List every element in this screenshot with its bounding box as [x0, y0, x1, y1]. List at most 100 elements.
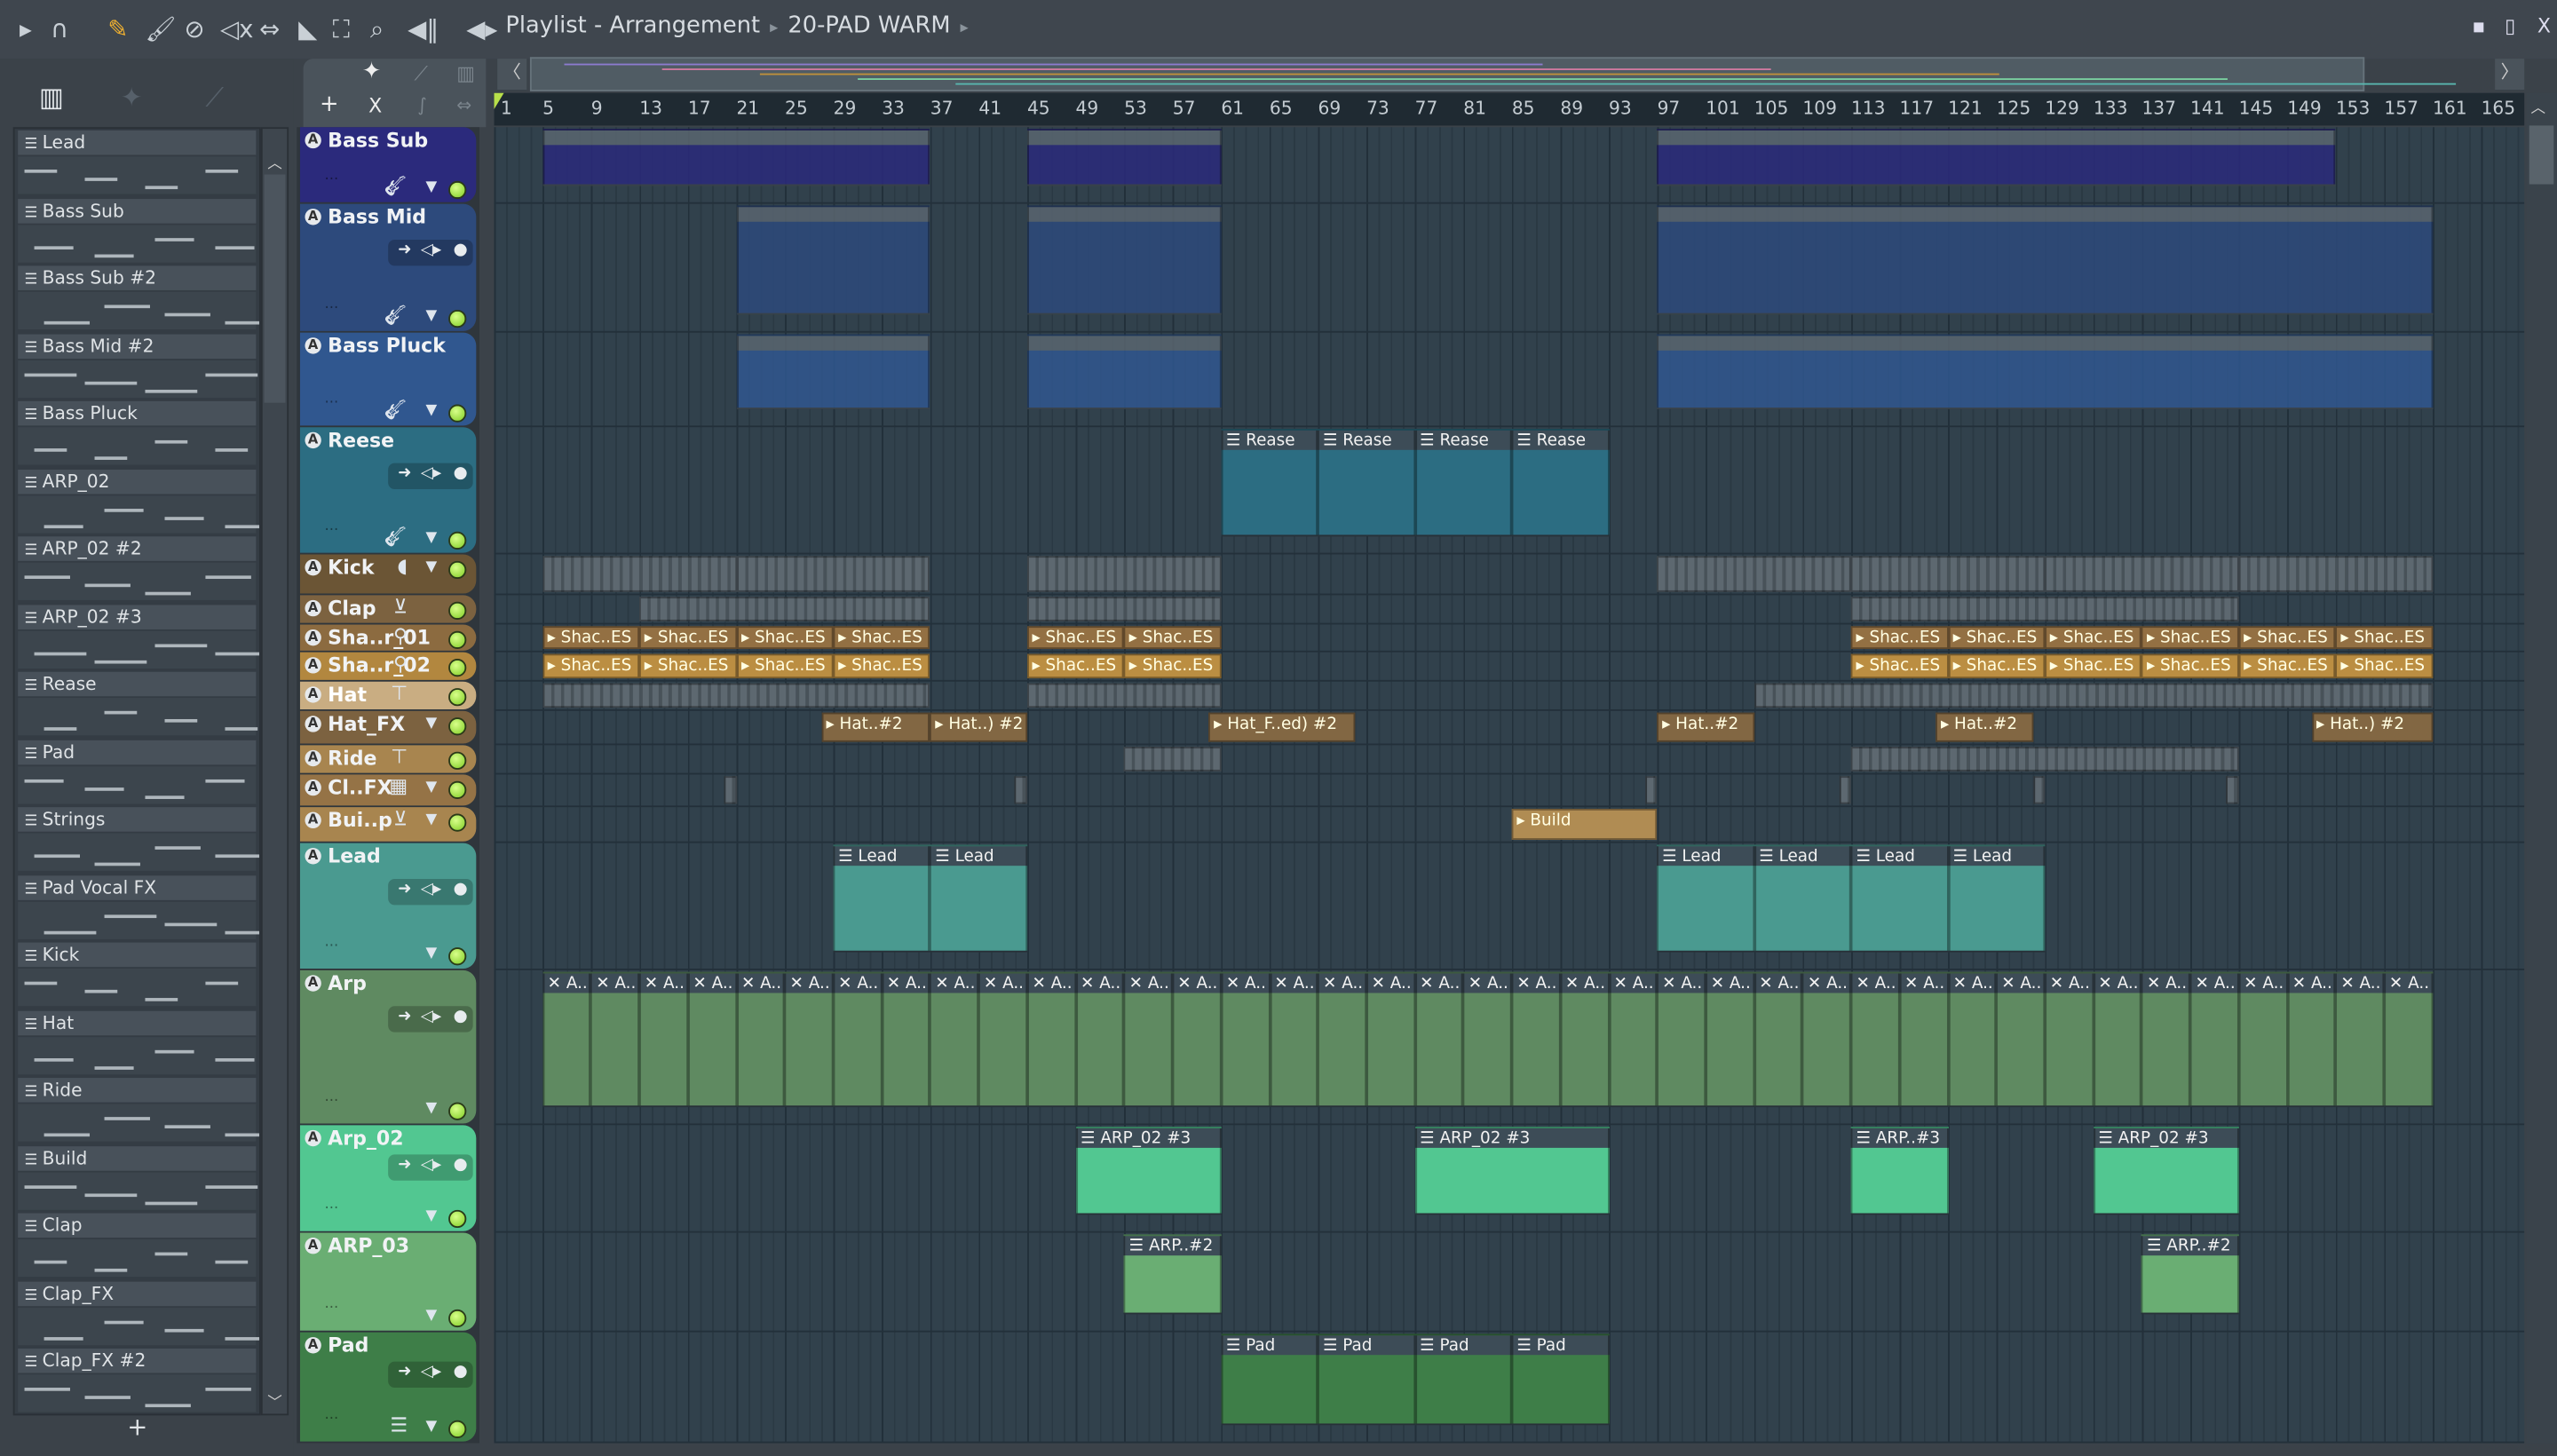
dropdown-icon[interactable]: ▼ [426, 530, 438, 546]
track-more-icon[interactable]: ... [325, 168, 339, 184]
clip[interactable]: ☰ ARP..#3 [1850, 1127, 1949, 1215]
close-icon[interactable]: X [368, 95, 382, 118]
clip[interactable]: ☰ Pad [1221, 1333, 1318, 1426]
clip[interactable]: ✕ A.. [639, 971, 688, 1108]
clip[interactable] [1753, 683, 2433, 708]
dropdown-icon[interactable]: ▼ [426, 308, 438, 324]
dropdown-icon[interactable]: ▼ [426, 559, 438, 575]
clip[interactable]: ▸ Shac..ES [2045, 653, 2142, 679]
record-dot-icon[interactable]: ● [454, 1008, 468, 1025]
clip[interactable]: ✕ A.. [1850, 971, 1900, 1108]
clip[interactable]: ▸ Shac..ES [736, 626, 834, 650]
pattern-item[interactable]: ☰ Bass Sub [15, 196, 260, 263]
overview-navigator[interactable] [529, 57, 2457, 91]
clip[interactable]: ▸ Shac..ES [542, 653, 640, 679]
scrollbar-thumb[interactable] [2529, 125, 2554, 185]
dropdown-icon[interactable]: ▼ [426, 1308, 438, 1324]
clip[interactable]: ✕ A.. [930, 971, 979, 1108]
clip[interactable]: ▸ Shac..ES [639, 653, 737, 679]
clip[interactable]: ☰ ARP..#2 [1124, 1234, 1222, 1315]
track-header-lead[interactable]: A Lead ➜ ◁▸ ●... ▼ [299, 843, 477, 969]
clip[interactable]: ▸ Shac..ES [1124, 626, 1222, 650]
clip[interactable] [542, 683, 930, 708]
clip[interactable]: ▸ Shac..ES [1026, 626, 1125, 650]
scrollbar-thumb[interactable] [264, 174, 286, 403]
clip[interactable]: ✕ A.. [2287, 971, 2336, 1108]
pattern-item[interactable]: ☰ Clap_FX #2 [15, 1347, 260, 1413]
track-more-icon[interactable]: ... [325, 934, 339, 950]
pattern-item[interactable]: ☰ Strings [15, 805, 260, 872]
track-enable-led[interactable] [448, 1102, 467, 1120]
clip[interactable] [1026, 556, 1222, 592]
track-more-icon[interactable]: ... [325, 1089, 339, 1105]
clip[interactable]: ✕ A.. [833, 971, 883, 1108]
clip[interactable]: ▸ Shac..ES [833, 653, 930, 679]
track-enable-led[interactable] [448, 947, 467, 966]
track-header-bui-p[interactable]: A Bui..p ⊻ ▼ [299, 807, 477, 842]
clip[interactable]: ☰ Rease [1221, 429, 1318, 537]
clip[interactable] [736, 205, 930, 315]
slip-icon[interactable]: ⇔ [259, 13, 280, 46]
clip[interactable] [1657, 334, 2433, 410]
clip[interactable]: ✕ A.. [1706, 971, 1754, 1108]
clip[interactable]: ▸ Shac..ES [542, 626, 640, 650]
scroll-up-icon[interactable]: ︿ [2531, 96, 2546, 117]
dropdown-icon[interactable]: ▼ [426, 179, 438, 195]
track-enable-led[interactable] [448, 813, 467, 832]
clip[interactable] [736, 556, 930, 592]
clip[interactable]: ▸ Shac..ES [1850, 626, 1949, 650]
clip[interactable] [2226, 776, 2239, 804]
clip[interactable] [1015, 776, 1027, 804]
dropdown-icon[interactable]: ▼ [426, 1101, 438, 1117]
clip[interactable]: ☰ ARP_02 #3 [1075, 1127, 1222, 1215]
clip[interactable]: ☰ Rease [1318, 429, 1415, 537]
add-track-button[interactable]: + [320, 91, 339, 117]
track-more-icon[interactable]: ... [325, 392, 339, 408]
clip[interactable]: ✕ A.. [1608, 971, 1658, 1108]
record-dot-icon[interactable]: ● [454, 241, 468, 259]
clip[interactable] [1839, 776, 1851, 804]
track-header-hat-fx[interactable]: A Hat_FX ▼ [299, 710, 477, 744]
pattern-item[interactable]: ☰ Kick [15, 941, 260, 1008]
track-header-reese[interactable]: A Reese ➜ ◁▸ ●... 🎸︎ ▼ [299, 427, 477, 553]
clip[interactable]: ✕ A.. [1511, 971, 1561, 1108]
clip[interactable]: ✕ A.. [2190, 971, 2239, 1108]
clip[interactable]: ▸ Shac..ES [2238, 653, 2336, 679]
pattern-item[interactable]: ☰ ARP_02 #2 [15, 534, 260, 601]
delete-icon[interactable]: ⊘ [185, 13, 205, 46]
clip[interactable]: ☰ Pad [1318, 1333, 1415, 1426]
dropdown-icon[interactable]: ▼ [426, 779, 438, 795]
speaker-icon[interactable]: ◀▸ [466, 13, 497, 46]
track-more-icon[interactable]: ... [325, 297, 339, 313]
track-header-bass-pluck[interactable]: A Bass Pluck... 🎸︎ ▼ [299, 332, 477, 426]
clip[interactable]: ✕ A.. [1221, 971, 1270, 1108]
clip[interactable]: ▸ Shac..ES [1026, 653, 1125, 679]
menu-arrow-icon[interactable]: ▸ [20, 13, 32, 46]
breadcrumb-arrow-icon[interactable]: ▸ [961, 20, 969, 37]
route-icon[interactable]: ➜ [398, 1156, 411, 1174]
paint-brush-icon[interactable]: 🖌︎ [145, 13, 176, 46]
clip[interactable]: ✕ A.. [1269, 971, 1318, 1108]
clip[interactable]: ☰ Lead [1657, 844, 1754, 953]
record-dot-icon[interactable]: ● [454, 881, 468, 898]
track-enable-led[interactable] [448, 560, 467, 580]
track-enable-led[interactable] [448, 404, 467, 423]
pattern-item[interactable]: ☰ Pad [15, 738, 260, 804]
track-header-arp[interactable]: A Arp ➜ ◁▸ ●... ▼ [299, 969, 477, 1124]
pattern-item[interactable]: ☰ Hat [15, 1009, 260, 1075]
pattern-list-scrollbar[interactable]: ︿ ﹀ [260, 127, 289, 1416]
clip[interactable] [1850, 597, 2239, 621]
pattern-item[interactable]: ☰ Pad Vocal FX [15, 874, 260, 940]
clip[interactable]: ✕ A.. [542, 971, 591, 1108]
clip[interactable]: ✕ A.. [1657, 971, 1706, 1108]
clip[interactable]: ✕ A.. [882, 971, 930, 1108]
clip[interactable]: ▸ Shac..ES [1948, 626, 2046, 650]
dropdown-icon[interactable]: ▼ [426, 812, 438, 828]
track-header-arp-02[interactable]: A Arp_02 ➜ ◁▸ ●... ▼ [299, 1125, 477, 1231]
clip[interactable] [1026, 129, 1222, 186]
speaker-icon[interactable]: ◁▸ [421, 1363, 441, 1381]
track-enable-led[interactable] [448, 630, 467, 650]
zoom-icon[interactable]: ⌕ [370, 13, 384, 46]
pattern-item[interactable]: ☰ ARP_02 #3 [15, 603, 260, 669]
track-enable-led[interactable] [448, 180, 467, 200]
